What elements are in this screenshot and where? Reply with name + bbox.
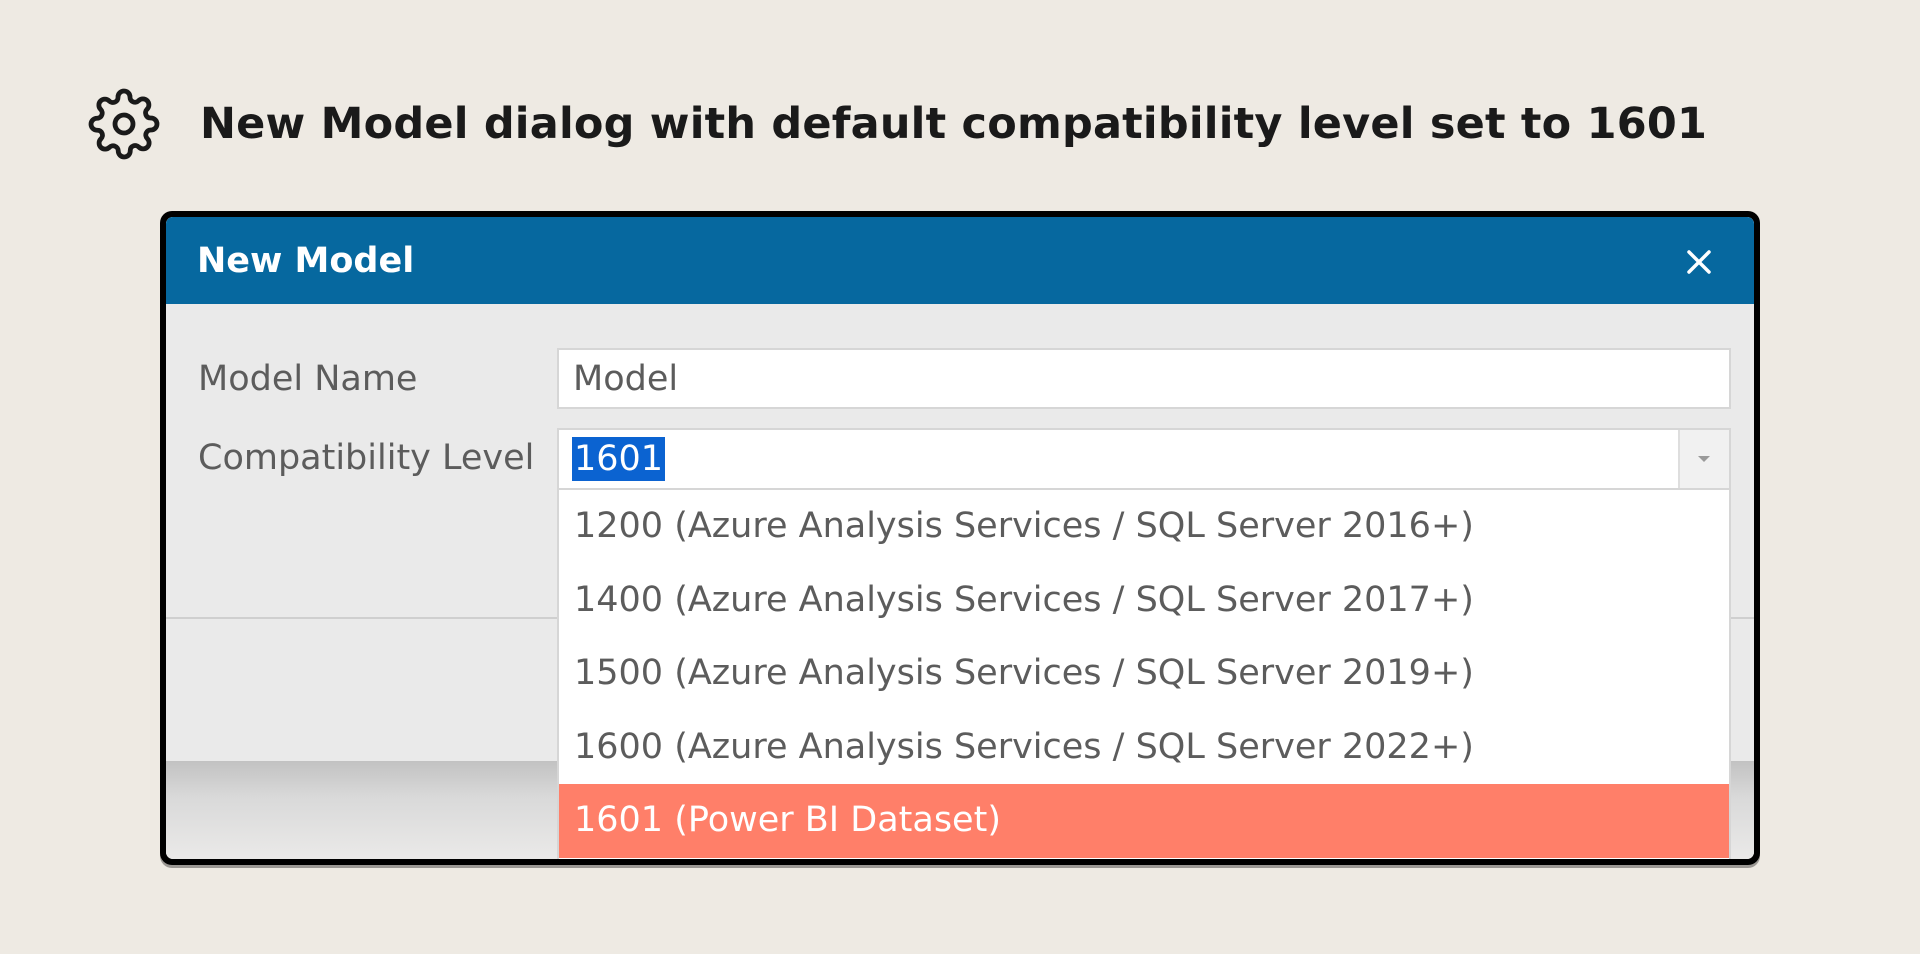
compatibility-dropdown-button[interactable] xyxy=(1678,430,1729,488)
compatibility-level-combobox[interactable]: 1601 xyxy=(557,428,1731,490)
chevron-down-icon xyxy=(1698,456,1710,462)
compatibility-dropdown-list: 1200 (Azure Analysis Services / SQL Serv… xyxy=(557,490,1731,859)
compatibility-level-value[interactable]: 1601 xyxy=(572,437,666,481)
close-button[interactable] xyxy=(1684,247,1714,277)
close-icon xyxy=(1687,250,1711,274)
dialog-titlebar: New Model xyxy=(166,217,1754,304)
gear-icon xyxy=(88,88,160,160)
screenshot-area: New Model Model Name Compatibility Level… xyxy=(166,217,1754,859)
dropdown-option-1600[interactable]: 1600 (Azure Analysis Services / SQL Serv… xyxy=(559,711,1729,785)
dropdown-option-1400[interactable]: 1400 (Azure Analysis Services / SQL Serv… xyxy=(559,564,1729,638)
page-header: New Model dialog with default compatibil… xyxy=(88,86,1707,162)
dropdown-option-1200[interactable]: 1200 (Azure Analysis Services / SQL Serv… xyxy=(559,490,1729,564)
dialog-title: New Model xyxy=(197,240,415,281)
model-name-label: Model Name xyxy=(198,359,418,399)
screenshot-frame: New Model Model Name Compatibility Level… xyxy=(160,211,1760,865)
dropdown-option-1601[interactable]: 1601 (Power BI Dataset) xyxy=(559,784,1729,858)
model-name-input[interactable] xyxy=(557,348,1731,409)
page-title: New Model dialog with default compatibil… xyxy=(200,99,1708,149)
compatibility-level-label: Compatibility Level xyxy=(198,438,535,478)
dropdown-option-1500[interactable]: 1500 (Azure Analysis Services / SQL Serv… xyxy=(559,637,1729,711)
